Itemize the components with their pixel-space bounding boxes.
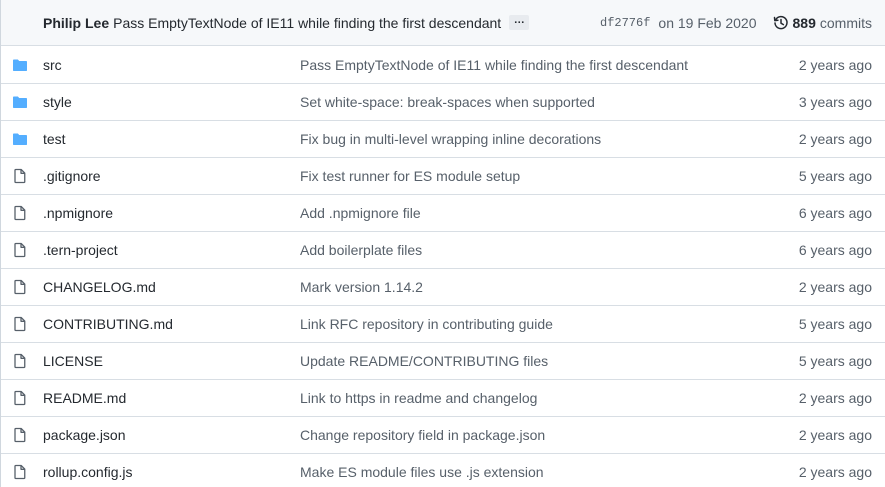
file-commit-age: 6 years ago <box>798 205 872 221</box>
file-commit-message-link[interactable]: Fix bug in multi-level wrapping inline d… <box>300 131 799 147</box>
file-name-link[interactable]: src <box>43 57 300 73</box>
file-commit-age: 2 years ago <box>798 464 872 480</box>
file-name-link[interactable]: CONTRIBUTING.md <box>43 316 300 332</box>
file-commit-message-link[interactable]: Mark version 1.14.2 <box>300 279 799 295</box>
file-name-link[interactable]: CHANGELOG.md <box>43 279 300 295</box>
file-browser: Philip Lee Pass EmptyTextNode of IE11 wh… <box>0 0 885 487</box>
file-commit-age: 3 years ago <box>798 94 872 110</box>
commits-label: commits <box>819 14 872 31</box>
latest-commit-bar: Philip Lee Pass EmptyTextNode of IE11 wh… <box>1 0 885 46</box>
file-row[interactable]: LICENSE Update README/CONTRIBUTING files… <box>1 342 885 379</box>
file-commit-age: 6 years ago <box>798 242 872 258</box>
file-commit-message-link[interactable]: Add boilerplate files <box>300 242 799 258</box>
file-commit-message-link[interactable]: Fix test runner for ES module setup <box>300 168 799 184</box>
folder-icon <box>12 94 28 110</box>
commit-author-link[interactable]: Philip Lee <box>43 15 109 31</box>
commit-count: 889 <box>792 14 816 31</box>
file-commit-message-link[interactable]: Change repository field in package.json <box>300 427 799 443</box>
file-icon <box>12 427 28 443</box>
file-icon <box>12 353 28 369</box>
file-icon <box>12 316 28 332</box>
file-row[interactable]: CHANGELOG.md Mark version 1.14.2 2 years… <box>1 268 885 305</box>
file-icon <box>12 390 28 406</box>
file-icon <box>12 168 28 184</box>
file-commit-age: 2 years ago <box>798 279 872 295</box>
file-icon <box>12 464 28 480</box>
expand-commit-message-button[interactable]: … <box>509 15 530 30</box>
file-row[interactable]: README.md Link to https in readme and ch… <box>1 379 885 416</box>
file-commit-age: 2 years ago <box>798 56 872 73</box>
file-name-link[interactable]: .npmignore <box>43 205 300 221</box>
file-commit-age: 5 years ago <box>798 168 872 184</box>
file-list: src Pass EmptyTextNode of IE11 while fin… <box>1 46 885 487</box>
file-name-link[interactable]: package.json <box>43 427 300 443</box>
file-name-link[interactable]: .tern-project <box>43 242 300 258</box>
folder-icon <box>12 57 28 73</box>
file-commit-message-link[interactable]: Update README/CONTRIBUTING files <box>300 353 799 369</box>
file-row[interactable]: package.json Change repository field in … <box>1 416 885 453</box>
commit-sha-link[interactable]: df2776f <box>600 16 650 30</box>
folder-icon <box>12 131 28 147</box>
file-name-link[interactable]: style <box>43 94 300 110</box>
file-name-link[interactable]: LICENSE <box>43 353 300 369</box>
file-commit-message-link[interactable]: Make ES module files use .js extension <box>300 464 799 480</box>
file-commit-age: 5 years ago <box>798 353 872 369</box>
file-icon <box>12 242 28 258</box>
commit-date: on 19 Feb 2020 <box>658 14 757 31</box>
file-commit-message-link[interactable]: Set white-space: break-spaces when suppo… <box>300 94 799 110</box>
file-commit-message-link[interactable]: Link to https in readme and changelog <box>300 390 799 406</box>
file-name-link[interactable]: rollup.config.js <box>43 464 300 480</box>
file-row[interactable]: style Set white-space: break-spaces when… <box>1 83 885 120</box>
file-name-link[interactable]: .gitignore <box>43 168 300 184</box>
file-row[interactable]: src Pass EmptyTextNode of IE11 while fin… <box>1 46 885 83</box>
history-icon <box>773 15 788 29</box>
file-icon <box>12 279 28 295</box>
file-commit-age: 2 years ago <box>798 390 872 406</box>
file-row[interactable]: .npmignore Add .npmignore file 6 years a… <box>1 194 885 231</box>
file-row[interactable]: CONTRIBUTING.md Link RFC repository in c… <box>1 305 885 342</box>
file-row[interactable]: rollup.config.js Make ES module files us… <box>1 453 885 487</box>
file-commit-age: 2 years ago <box>798 131 872 147</box>
file-commit-age: 5 years ago <box>798 316 872 332</box>
file-row[interactable]: .gitignore Fix test runner for ES module… <box>1 157 885 194</box>
file-row[interactable]: .tern-project Add boilerplate files 6 ye… <box>1 231 885 268</box>
file-commit-age: 2 years ago <box>798 427 872 443</box>
file-name-link[interactable]: test <box>43 131 300 147</box>
file-row[interactable]: test Fix bug in multi-level wrapping inl… <box>1 120 885 157</box>
file-name-link[interactable]: README.md <box>43 390 300 406</box>
file-commit-message-link[interactable]: Pass EmptyTextNode of IE11 while finding… <box>300 57 799 73</box>
file-commit-message-link[interactable]: Add .npmignore file <box>300 205 799 221</box>
commit-history-link[interactable]: 889 commits <box>773 15 872 31</box>
file-icon <box>12 205 28 221</box>
commit-message-link[interactable]: Pass EmptyTextNode of IE11 while finding… <box>113 15 501 31</box>
file-commit-message-link[interactable]: Link RFC repository in contributing guid… <box>300 316 799 332</box>
